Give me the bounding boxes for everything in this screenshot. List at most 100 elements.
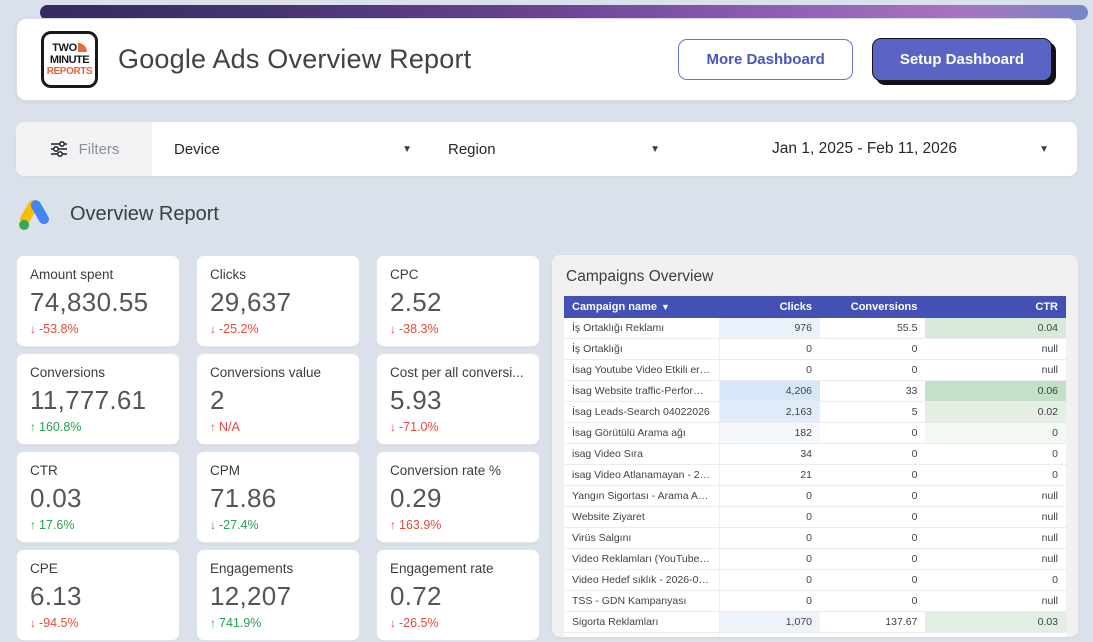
column-header-campaign-name[interactable]: Campaign name▼ bbox=[564, 296, 720, 318]
campaign-conversions-cell: 0 bbox=[820, 633, 925, 638]
logo-line-1: TWO bbox=[52, 43, 87, 54]
filters-toggle[interactable]: Filters bbox=[16, 122, 152, 176]
campaign-ctr-cell: null bbox=[925, 486, 1066, 507]
kpi-delta: ↑ 741.9% bbox=[210, 616, 346, 630]
kpi-delta-value: -26.5% bbox=[399, 616, 439, 630]
trend-arrow-icon: ↑ bbox=[30, 518, 36, 532]
campaign-ctr-cell: null bbox=[925, 507, 1066, 528]
campaign-row[interactable]: Virüs Salgını 0 0 null bbox=[564, 528, 1066, 549]
kpi-delta: ↑ 17.6% bbox=[30, 518, 166, 532]
campaign-row[interactable]: İş Ortaklığı 0 0 null bbox=[564, 339, 1066, 360]
trend-arrow-icon: ↓ bbox=[390, 322, 396, 336]
kpi-card[interactable]: CPM 71.86 ↓ -27.4% bbox=[196, 451, 360, 543]
kpi-delta: ↑ 163.9% bbox=[390, 518, 526, 532]
campaign-name-cell: Video Hedef sıklık - 2026-02-12 bbox=[564, 570, 720, 591]
campaign-name-cell: Virüs Salgını bbox=[564, 528, 720, 549]
kpi-card[interactable]: Engagement rate 0.72 ↓ -26.5% bbox=[376, 549, 540, 641]
kpi-label: Clicks bbox=[210, 267, 346, 282]
campaign-row[interactable]: Sigorta Reklamları 1,070 137.67 0.03 bbox=[564, 612, 1066, 633]
kpi-delta-value: 160.8% bbox=[39, 420, 81, 434]
campaign-conversions-cell: 137.67 bbox=[820, 612, 925, 633]
kpi-card[interactable]: Conversions value 2 ↑ N/A bbox=[196, 353, 360, 445]
setup-dashboard-button[interactable]: Setup Dashboard bbox=[872, 38, 1052, 81]
campaign-row[interactable]: İsag Leads-Search 04022026 2,163 5 0.02 bbox=[564, 402, 1066, 423]
kpi-value: 11,777.61 bbox=[30, 385, 166, 416]
campaign-ctr-cell: null bbox=[925, 633, 1066, 638]
overview-section-header: Overview Report bbox=[16, 196, 219, 233]
kpi-card[interactable]: CPC 2.52 ↓ -38.3% bbox=[376, 255, 540, 347]
trend-arrow-icon: ↑ bbox=[210, 420, 216, 434]
kpi-card[interactable]: Conversions 11,777.61 ↑ 160.8% bbox=[16, 353, 180, 445]
campaign-conversions-cell: 0 bbox=[820, 444, 925, 465]
campaign-ctr-cell: null bbox=[925, 360, 1066, 381]
more-dashboard-button[interactable]: More Dashboard bbox=[678, 39, 852, 80]
campaign-clicks-cell: 976 bbox=[720, 318, 820, 339]
kpi-delta-value: 741.9% bbox=[219, 616, 261, 630]
campaign-clicks-cell: 34 bbox=[720, 444, 820, 465]
campaigns-table: Campaign name▼ Clicks Conversions CTR İş… bbox=[564, 296, 1066, 637]
kpi-card[interactable]: CTR 0.03 ↑ 17.6% bbox=[16, 451, 180, 543]
kpi-delta: ↑ N/A bbox=[210, 420, 346, 434]
campaign-ctr-cell: null bbox=[925, 339, 1066, 360]
sort-caret-icon: ▼ bbox=[661, 302, 670, 312]
campaign-row[interactable]: Website Ziyaret 0 0 null bbox=[564, 507, 1066, 528]
column-header-ctr[interactable]: CTR bbox=[925, 296, 1066, 318]
column-header-conversions[interactable]: Conversions bbox=[820, 296, 925, 318]
campaign-clicks-cell: 1,070 bbox=[720, 612, 820, 633]
campaign-clicks-cell: 4,206 bbox=[720, 381, 820, 402]
trend-arrow-icon: ↓ bbox=[30, 616, 36, 630]
kpi-card[interactable]: Conversion rate % 0.29 ↑ 163.9% bbox=[376, 451, 540, 543]
campaign-row[interactable]: Video Reklamları (YouTube Reklamları) 0 … bbox=[564, 549, 1066, 570]
kpi-delta-value: -27.4% bbox=[219, 518, 259, 532]
campaign-clicks-cell: 0 bbox=[720, 507, 820, 528]
campaign-row[interactable]: isag Video Atlanamayan - 2026-02-19 21 0… bbox=[564, 465, 1066, 486]
kpi-label: Amount spent bbox=[30, 267, 166, 282]
kpi-value: 74,830.55 bbox=[30, 287, 166, 318]
logo-text-reports: REPORTS bbox=[47, 66, 93, 77]
kpi-card[interactable]: Cost per all conversi... 5.93 ↓ -71.0% bbox=[376, 353, 540, 445]
campaign-row[interactable]: Yangın Sigortası - Arama Ağı Reklamı 0 0… bbox=[564, 486, 1066, 507]
kpi-delta: ↓ -71.0% bbox=[390, 420, 526, 434]
kpi-card[interactable]: Engagements 12,207 ↑ 741.9% bbox=[196, 549, 360, 641]
logo-text-two: TWO bbox=[52, 43, 77, 54]
kpi-card[interactable]: Clicks 29,637 ↓ -25.2% bbox=[196, 255, 360, 347]
campaign-row[interactable]: isag Video Sıra 34 0 0 bbox=[564, 444, 1066, 465]
campaigns-table-header-row: Campaign name▼ Clicks Conversions CTR bbox=[564, 296, 1066, 318]
kpi-delta-value: -25.2% bbox=[219, 322, 259, 336]
kpi-card[interactable]: Amount spent 74,830.55 ↓ -53.8% bbox=[16, 255, 180, 347]
trend-arrow-icon: ↑ bbox=[30, 420, 36, 434]
kpi-delta-value: 17.6% bbox=[39, 518, 74, 532]
kpi-label: Conversion rate % bbox=[390, 463, 526, 478]
column-header-clicks[interactable]: Clicks bbox=[720, 296, 820, 318]
campaign-row[interactable]: İsag Youtube Video Etkili erişim 0 0 nul… bbox=[564, 360, 1066, 381]
kpi-value: 0.29 bbox=[390, 483, 526, 514]
trend-arrow-icon: ↓ bbox=[210, 518, 216, 532]
campaign-conversions-cell: 55.5 bbox=[820, 318, 925, 339]
campaign-name-cell: İş Ortaklığı bbox=[564, 339, 720, 360]
logo-text-minute: MINUTE bbox=[50, 54, 89, 66]
campaign-clicks-cell: 0 bbox=[720, 549, 820, 570]
campaign-row[interactable]: İsag Website traffic-Performance 4,206 3… bbox=[564, 381, 1066, 402]
campaign-name-cell: İsag Görütülü Arama ağı bbox=[564, 423, 720, 444]
kpi-value: 0.72 bbox=[390, 581, 526, 612]
campaign-row[interactable]: Maks. Performans (P Max) 0 0 null bbox=[564, 633, 1066, 638]
date-range-dropdown[interactable]: Jan 1, 2025 - Feb 11, 2026 ▼ bbox=[690, 140, 1077, 158]
kpi-delta: ↓ -53.8% bbox=[30, 322, 166, 336]
trend-arrow-icon: ↓ bbox=[210, 322, 216, 336]
campaign-row[interactable]: TSS - GDN Kampanyası 0 0 null bbox=[564, 591, 1066, 612]
campaign-row[interactable]: İsag Görütülü Arama ağı 182 0 0 bbox=[564, 423, 1066, 444]
kpi-delta-value: -38.3% bbox=[399, 322, 439, 336]
device-filter-dropdown[interactable]: Device ▼ bbox=[174, 141, 412, 158]
kpi-card[interactable]: CPE 6.13 ↓ -94.5% bbox=[16, 549, 180, 641]
campaign-clicks-cell: 0 bbox=[720, 339, 820, 360]
kpi-delta: ↓ -27.4% bbox=[210, 518, 346, 532]
campaign-row[interactable]: Video Hedef sıklık - 2026-02-12 0 0 0 bbox=[564, 570, 1066, 591]
campaign-ctr-cell: 0.06 bbox=[925, 381, 1066, 402]
campaign-name-cell: İsag Leads-Search 04022026 bbox=[564, 402, 720, 423]
kpi-label: Cost per all conversi... bbox=[390, 365, 526, 380]
campaign-name-cell: TSS - GDN Kampanyası bbox=[564, 591, 720, 612]
campaign-conversions-cell: 0 bbox=[820, 591, 925, 612]
region-filter-dropdown[interactable]: Region ▼ bbox=[448, 141, 660, 158]
campaign-row[interactable]: İş Ortaklığı Reklamı 976 55.5 0.04 bbox=[564, 318, 1066, 339]
kpi-value: 12,207 bbox=[210, 581, 346, 612]
